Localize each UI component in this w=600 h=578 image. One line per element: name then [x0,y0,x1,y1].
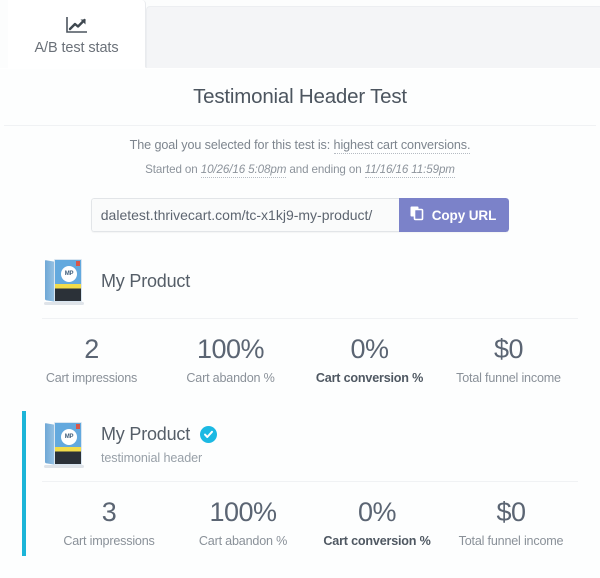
tab-strip: A/B test stats [0,0,600,68]
stat-cart-abandon: 100% Cart abandon % [161,333,300,385]
stat-value: 100% [209,497,277,527]
stat-value: 3 [101,497,117,527]
title-divider [4,125,596,126]
stat-cart-conversion: 0% Cart conversion % [300,333,439,385]
ab-test-stats-panel: Testimonial Header Test The goal you sel… [0,68,600,578]
stat-label: Cart abandon % [198,534,288,548]
tab-strip-filler [146,6,600,68]
stat-value: 100% [196,334,265,364]
variant-header: MP My Product testimonial header [42,411,578,469]
copy-url-button[interactable]: Copy URL [398,198,510,232]
variant-card-winner: MP My Product testimonial header 3 Cart … [22,411,578,556]
variant-card: MP My Product 2 Cart impressions 100% Ca… [22,248,578,393]
test-goal-prefix: The goal you selected for this test is: [129,138,334,152]
test-url-input[interactable] [90,198,399,232]
stat-total-funnel-income: $0 Total funnel income [439,333,578,385]
variant-subtitle: testimonial header [101,450,203,465]
winner-check-badge-icon [200,425,218,443]
stat-cart-impressions: 3 Cart impressions [42,496,176,548]
copy-url-button-label: Copy URL [431,207,497,223]
url-row: Copy URL [0,198,600,232]
stat-total-funnel-income: $0 Total funnel income [444,496,578,548]
variant-header: MP My Product [22,248,578,306]
line-chart-up-icon [64,15,90,37]
product-box-thumbnail: MP [42,256,87,306]
test-goal-value: highest cart conversions. [333,138,471,154]
schedule-prefix: Started on [145,163,201,176]
test-goal-line: The goal you selected for this test is: … [0,138,600,154]
stat-value: $0 [493,334,524,364]
stat-label: Cart impressions [45,371,138,385]
stat-label: Cart conversion % [315,371,424,385]
stat-cart-abandon: 100% Cart abandon % [176,496,310,548]
test-start-date: 10/26/16 5:08pm [200,163,287,178]
tab-label-ab-test-stats: A/B test stats [34,40,119,56]
page-title: Testimonial Header Test [193,85,407,108]
test-end-date: 11/16/16 11:59pm [364,163,455,178]
stat-value: 2 [84,334,99,364]
stat-label: Total funnel income [456,371,561,385]
variant-stats: 3 Cart impressions 100% Cart abandon % 0… [42,482,578,556]
stat-cart-impressions: 2 Cart impressions [22,333,161,385]
thumbnail-initials: MP [61,429,77,445]
stat-label: Cart abandon % [186,371,275,385]
stat-value: $0 [496,497,526,527]
variant-name: My Product [101,423,191,444]
product-box-thumbnail: MP [42,419,87,469]
thumbnail-initials: MP [61,266,77,282]
tab-ab-test-stats[interactable]: A/B test stats [8,0,146,68]
variant-name: My Product [101,270,191,291]
stat-label: Cart impressions [63,534,155,548]
copy-pages-icon [410,206,425,224]
variant-stats: 2 Cart impressions 100% Cart abandon % 0… [22,319,578,393]
schedule-middle: and ending on [286,163,365,176]
stat-value: 0% [357,497,397,527]
stat-label: Cart conversion % [323,534,431,548]
stat-cart-conversion: 0% Cart conversion % [310,496,444,548]
stat-label: Total funnel income [458,534,564,548]
stat-value: 0% [350,334,389,364]
test-schedule-line: Started on 10/26/16 5:08pm and ending on… [0,163,600,178]
url-box: Copy URL [90,198,510,232]
